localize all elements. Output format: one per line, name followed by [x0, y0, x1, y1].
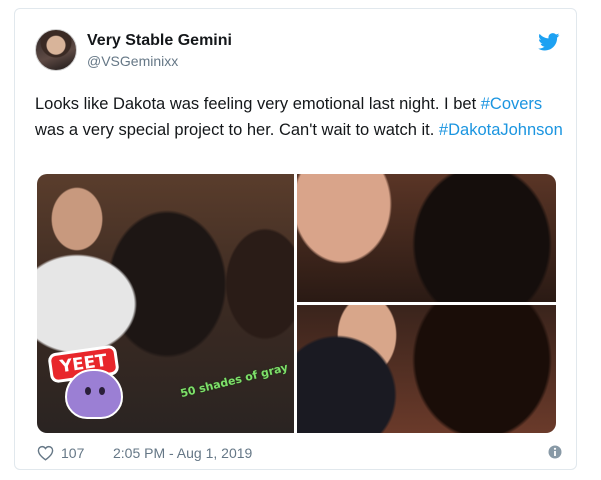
tweet-text-part2: was a very special project to her. Can't…	[35, 121, 439, 139]
caption-sticker: 50 shades of gray	[179, 360, 290, 401]
media-grid: YEET 50 shades of gray	[37, 174, 556, 433]
purple-creature-sticker	[65, 369, 123, 419]
hashtag-covers[interactable]: #Covers	[481, 95, 542, 113]
tweet-header: Very Stable Gemini @VSGeminixx	[35, 29, 560, 75]
info-icon[interactable]	[548, 445, 562, 459]
twitter-bird-icon[interactable]	[538, 33, 560, 51]
avatar[interactable]	[35, 29, 77, 71]
display-name[interactable]: Very Stable Gemini	[87, 32, 232, 50]
photo-bottom-right[interactable]	[297, 305, 556, 433]
hashtag-dakotajohnson[interactable]: #DakotaJohnson	[439, 121, 563, 139]
timestamp[interactable]: 2:05 PM - Aug 1, 2019	[113, 445, 252, 461]
heart-icon[interactable]	[37, 445, 54, 461]
tweet-card: Very Stable Gemini @VSGeminixx Looks lik…	[14, 8, 577, 470]
user-handle[interactable]: @VSGeminixx	[87, 53, 178, 69]
photo-top-right[interactable]	[297, 174, 556, 302]
like-count[interactable]: 107	[61, 445, 84, 461]
tweet-footer: 107 2:05 PM - Aug 1, 2019	[37, 443, 562, 465]
tweet-text: Looks like Dakota was feeling very emoti…	[35, 91, 565, 143]
tweet-text-part1: Looks like Dakota was feeling very emoti…	[35, 95, 481, 113]
photo-group-selfie[interactable]: YEET 50 shades of gray	[37, 174, 294, 433]
